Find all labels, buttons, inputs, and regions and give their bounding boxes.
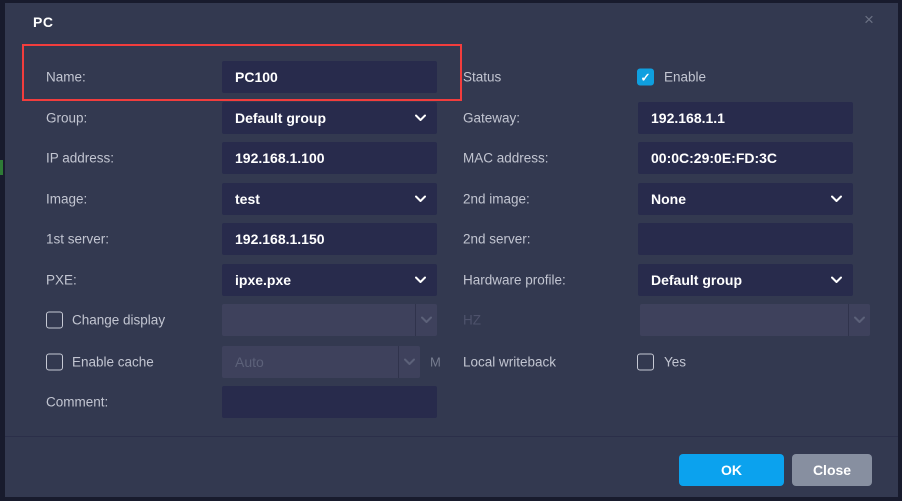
chevron-down-icon (848, 304, 870, 336)
hardware-profile-label: Hardware profile: (463, 272, 566, 288)
second-image-row: 2nd image: None (5, 183, 898, 215)
second-image-select-value: None (651, 191, 686, 207)
local-writeback-yes-label: Yes (664, 354, 687, 370)
close-button[interactable]: Close (792, 454, 872, 486)
backdrop-artifact (0, 160, 3, 175)
hz-label: HZ (463, 312, 481, 328)
gateway-label: Gateway: (463, 110, 521, 126)
hardware-profile-select-value: Default group (651, 272, 742, 288)
local-writeback-checkbox[interactable] (637, 353, 654, 371)
pc-dialog: PC × Name: Group: Default group IP addre… (5, 3, 898, 497)
hz-select-disabled (640, 304, 870, 336)
second-server-row: 2nd server: (5, 223, 898, 255)
comment-row: Comment: (5, 386, 898, 418)
second-server-input[interactable] (638, 223, 853, 255)
second-image-label: 2nd image: (463, 191, 530, 207)
second-server-label: 2nd server: (463, 231, 531, 247)
status-enable-label: Enable (664, 69, 707, 85)
ok-button[interactable]: OK (679, 454, 784, 486)
gateway-input[interactable] (638, 102, 853, 134)
mac-address-input[interactable] (638, 142, 853, 174)
chevron-down-icon (831, 195, 842, 202)
footer-divider (5, 436, 898, 437)
dialog-title: PC (33, 14, 54, 30)
status-row: Status ✓ Enable (5, 61, 898, 93)
mac-address-row: MAC address: (5, 142, 898, 174)
status-enable-checkbox[interactable]: ✓ (637, 68, 654, 86)
status-label: Status (463, 69, 502, 85)
chevron-down-icon (831, 276, 842, 283)
local-writeback-row: Local writeback Yes (5, 346, 898, 378)
screen-background: PC × Name: Group: Default group IP addre… (0, 0, 902, 501)
local-writeback-label: Local writeback (463, 354, 557, 370)
hardware-profile-select[interactable]: Default group (638, 264, 853, 296)
comment-label: Comment: (46, 394, 109, 410)
hardware-profile-row: Hardware profile: Default group (5, 264, 898, 296)
check-icon: ✓ (640, 70, 651, 85)
close-icon[interactable]: × (857, 8, 881, 32)
mac-address-label: MAC address: (463, 150, 549, 166)
hz-row: HZ (5, 304, 898, 336)
second-image-select[interactable]: None (638, 183, 853, 215)
gateway-row: Gateway: (5, 102, 898, 134)
comment-input[interactable] (222, 386, 437, 418)
